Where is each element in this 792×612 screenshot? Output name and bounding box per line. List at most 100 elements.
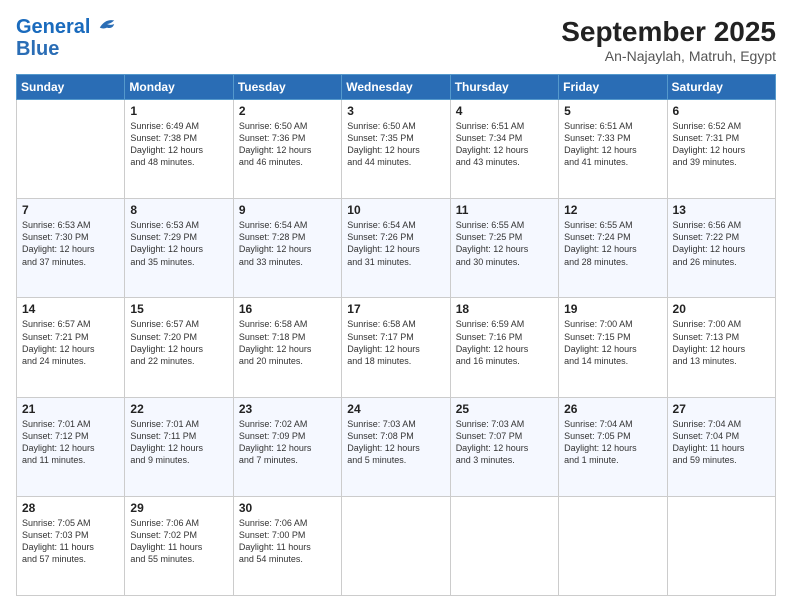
logo-text: General: [16, 16, 116, 38]
day-info: Sunrise: 7:02 AMSunset: 7:09 PMDaylight:…: [239, 418, 336, 467]
calendar-cell: 26 Sunrise: 7:04 AMSunset: 7:05 PMDayligh…: [559, 397, 667, 496]
calendar-cell: 18 Sunrise: 6:59 AMSunset: 7:16 PMDayligh…: [450, 298, 558, 397]
day-info: Sunrise: 7:00 AMSunset: 7:15 PMDaylight:…: [564, 318, 661, 367]
days-header-row: SundayMondayTuesdayWednesdayThursdayFrid…: [17, 75, 776, 100]
day-number: 7: [22, 203, 119, 217]
calendar-cell: [17, 100, 125, 199]
calendar-cell: 30 Sunrise: 7:06 AMSunset: 7:00 PMDayligh…: [233, 496, 341, 595]
day-info: Sunrise: 7:04 AMSunset: 7:05 PMDaylight:…: [564, 418, 661, 467]
calendar-cell: 27 Sunrise: 7:04 AMSunset: 7:04 PMDayligh…: [667, 397, 775, 496]
day-number: 18: [456, 302, 553, 316]
calendar-cell: [667, 496, 775, 595]
calendar-cell: 25 Sunrise: 7:03 AMSunset: 7:07 PMDayligh…: [450, 397, 558, 496]
col-header-friday: Friday: [559, 75, 667, 100]
col-header-thursday: Thursday: [450, 75, 558, 100]
day-number: 12: [564, 203, 661, 217]
day-number: 17: [347, 302, 444, 316]
calendar-cell: 21 Sunrise: 7:01 AMSunset: 7:12 PMDayligh…: [17, 397, 125, 496]
day-number: 8: [130, 203, 227, 217]
day-number: 27: [673, 402, 770, 416]
day-info: Sunrise: 7:04 AMSunset: 7:04 PMDaylight:…: [673, 418, 770, 467]
calendar-cell: 17 Sunrise: 6:58 AMSunset: 7:17 PMDayligh…: [342, 298, 450, 397]
day-info: Sunrise: 6:59 AMSunset: 7:16 PMDaylight:…: [456, 318, 553, 367]
day-number: 30: [239, 501, 336, 515]
calendar-cell: 19 Sunrise: 7:00 AMSunset: 7:15 PMDayligh…: [559, 298, 667, 397]
day-info: Sunrise: 7:03 AMSunset: 7:07 PMDaylight:…: [456, 418, 553, 467]
day-number: 10: [347, 203, 444, 217]
day-number: 11: [456, 203, 553, 217]
day-info: Sunrise: 6:55 AMSunset: 7:25 PMDaylight:…: [456, 219, 553, 268]
day-number: 4: [456, 104, 553, 118]
col-header-wednesday: Wednesday: [342, 75, 450, 100]
day-number: 20: [673, 302, 770, 316]
day-number: 3: [347, 104, 444, 118]
title-block: September 2025 An-Najaylah, Matruh, Egyp…: [561, 16, 776, 64]
logo: General Blue: [16, 16, 116, 60]
day-number: 14: [22, 302, 119, 316]
day-info: Sunrise: 7:06 AMSunset: 7:02 PMDaylight:…: [130, 517, 227, 566]
day-info: Sunrise: 6:54 AMSunset: 7:28 PMDaylight:…: [239, 219, 336, 268]
day-info: Sunrise: 6:53 AMSunset: 7:29 PMDaylight:…: [130, 219, 227, 268]
calendar-cell: [559, 496, 667, 595]
calendar-cell: 11 Sunrise: 6:55 AMSunset: 7:25 PMDayligh…: [450, 199, 558, 298]
day-number: 2: [239, 104, 336, 118]
calendar-cell: 23Sunrise: 7:02 AMSunset: 7:09 PMDayligh…: [233, 397, 341, 496]
day-info: Sunrise: 6:57 AMSunset: 7:21 PMDaylight:…: [22, 318, 119, 367]
page: General Blue September 2025 An-Najaylah,…: [0, 0, 792, 612]
day-number: 24: [347, 402, 444, 416]
col-header-monday: Monday: [125, 75, 233, 100]
calendar-cell: 3 Sunrise: 6:50 AMSunset: 7:35 PMDaylight…: [342, 100, 450, 199]
calendar-cell: 15Sunrise: 6:57 AMSunset: 7:20 PMDayligh…: [125, 298, 233, 397]
calendar-cell: 10Sunrise: 6:54 AMSunset: 7:26 PMDayligh…: [342, 199, 450, 298]
day-info: Sunrise: 7:01 AMSunset: 7:12 PMDaylight:…: [22, 418, 119, 467]
month-title: September 2025: [561, 16, 776, 48]
day-number: 5: [564, 104, 661, 118]
day-number: 26: [564, 402, 661, 416]
calendar-table: SundayMondayTuesdayWednesdayThursdayFrid…: [16, 74, 776, 596]
header: General Blue September 2025 An-Najaylah,…: [16, 16, 776, 64]
day-info: Sunrise: 6:50 AMSunset: 7:35 PMDaylight:…: [347, 120, 444, 169]
day-number: 6: [673, 104, 770, 118]
calendar-cell: 1Sunrise: 6:49 AMSunset: 7:38 PMDaylight…: [125, 100, 233, 199]
calendar-cell: 6 Sunrise: 6:52 AMSunset: 7:31 PMDaylight…: [667, 100, 775, 199]
day-number: 28: [22, 501, 119, 515]
location-subtitle: An-Najaylah, Matruh, Egypt: [561, 48, 776, 64]
day-number: 9: [239, 203, 336, 217]
calendar-cell: 9 Sunrise: 6:54 AMSunset: 7:28 PMDaylight…: [233, 199, 341, 298]
day-info: Sunrise: 6:56 AMSunset: 7:22 PMDaylight:…: [673, 219, 770, 268]
day-info: Sunrise: 7:00 AMSunset: 7:13 PMDaylight:…: [673, 318, 770, 367]
day-number: 25: [456, 402, 553, 416]
day-info: Sunrise: 6:51 AMSunset: 7:34 PMDaylight:…: [456, 120, 553, 169]
week-row-3: 14 Sunrise: 6:57 AMSunset: 7:21 PMDayligh…: [17, 298, 776, 397]
calendar-cell: 20 Sunrise: 7:00 AMSunset: 7:13 PMDayligh…: [667, 298, 775, 397]
day-info: Sunrise: 6:58 AMSunset: 7:17 PMDaylight:…: [347, 318, 444, 367]
calendar-cell: 2Sunrise: 6:50 AMSunset: 7:36 PMDaylight…: [233, 100, 341, 199]
day-info: Sunrise: 6:53 AMSunset: 7:30 PMDaylight:…: [22, 219, 119, 268]
day-info: Sunrise: 7:03 AMSunset: 7:08 PMDaylight:…: [347, 418, 444, 467]
day-number: 19: [564, 302, 661, 316]
calendar-cell: [342, 496, 450, 595]
logo-bird-icon: [98, 15, 116, 33]
day-info: Sunrise: 6:49 AMSunset: 7:38 PMDaylight:…: [130, 120, 227, 169]
calendar-cell: [450, 496, 558, 595]
calendar-cell: 4 Sunrise: 6:51 AMSunset: 7:34 PMDaylight…: [450, 100, 558, 199]
day-info: Sunrise: 6:58 AMSunset: 7:18 PMDaylight:…: [239, 318, 336, 367]
day-number: 29: [130, 501, 227, 515]
day-info: Sunrise: 6:57 AMSunset: 7:20 PMDaylight:…: [130, 318, 227, 367]
day-info: Sunrise: 7:05 AMSunset: 7:03 PMDaylight:…: [22, 517, 119, 566]
logo-line2: Blue: [16, 38, 116, 60]
day-number: 13: [673, 203, 770, 217]
col-header-saturday: Saturday: [667, 75, 775, 100]
calendar-cell: 14 Sunrise: 6:57 AMSunset: 7:21 PMDayligh…: [17, 298, 125, 397]
day-info: Sunrise: 7:06 AMSunset: 7:00 PMDaylight:…: [239, 517, 336, 566]
day-info: Sunrise: 6:52 AMSunset: 7:31 PMDaylight:…: [673, 120, 770, 169]
day-number: 21: [22, 402, 119, 416]
week-row-2: 7 Sunrise: 6:53 AMSunset: 7:30 PMDaylight…: [17, 199, 776, 298]
week-row-1: 1Sunrise: 6:49 AMSunset: 7:38 PMDaylight…: [17, 100, 776, 199]
calendar-cell: 24 Sunrise: 7:03 AMSunset: 7:08 PMDayligh…: [342, 397, 450, 496]
calendar-cell: 8 Sunrise: 6:53 AMSunset: 7:29 PMDaylight…: [125, 199, 233, 298]
calendar-cell: 5Sunrise: 6:51 AMSunset: 7:33 PMDaylight…: [559, 100, 667, 199]
calendar-cell: 12 Sunrise: 6:55 AMSunset: 7:24 PMDayligh…: [559, 199, 667, 298]
day-info: Sunrise: 6:55 AMSunset: 7:24 PMDaylight:…: [564, 219, 661, 268]
calendar-cell: 7 Sunrise: 6:53 AMSunset: 7:30 PMDaylight…: [17, 199, 125, 298]
